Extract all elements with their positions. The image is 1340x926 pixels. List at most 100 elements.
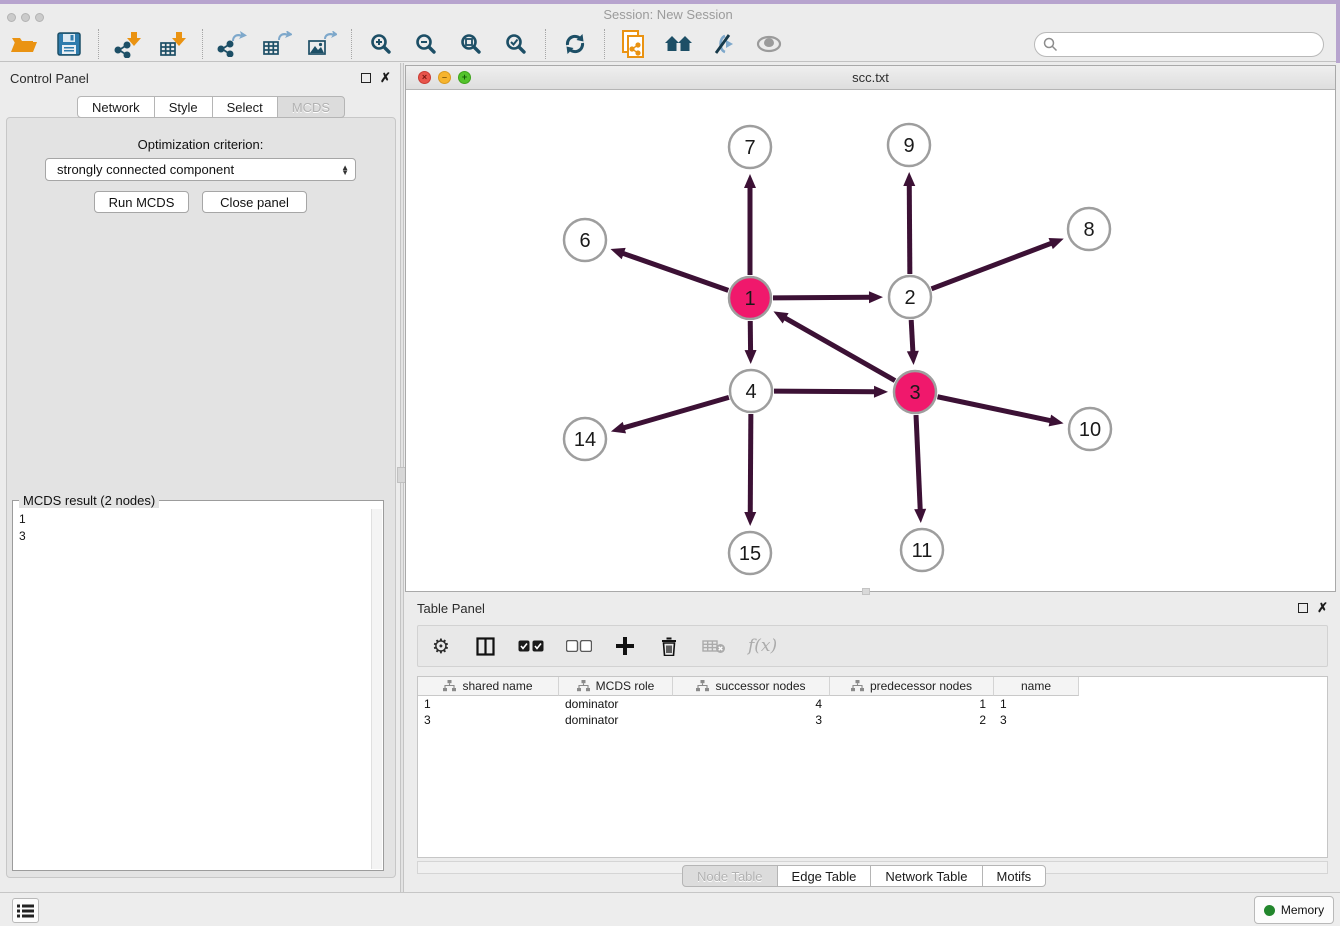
graph-edge-1-4[interactable] xyxy=(745,321,757,364)
node-table[interactable]: shared nameMCDS rolesuccessor nodesprede… xyxy=(417,676,1328,858)
tab-mcds[interactable]: MCDS xyxy=(277,96,345,118)
tree-icon xyxy=(851,680,864,692)
refresh-layout-icon[interactable] xyxy=(559,29,591,59)
mcds-result-text[interactable]: 1 3 xyxy=(14,509,371,869)
tab-node-table[interactable]: Node Table xyxy=(682,865,778,887)
zoom-out-icon[interactable] xyxy=(410,29,442,59)
save-icon[interactable] xyxy=(53,29,85,59)
open-folder-icon[interactable] xyxy=(8,29,40,59)
zoom-selected-icon[interactable] xyxy=(500,29,532,59)
graph-edge-1-6[interactable] xyxy=(610,248,728,290)
graph-edge-2-3[interactable] xyxy=(907,320,919,365)
graph-edge-2-9[interactable] xyxy=(903,172,915,274)
graph-node-11[interactable]: 11 xyxy=(901,529,943,571)
tab-edge-table[interactable]: Edge Table xyxy=(777,865,872,887)
tab-network[interactable]: Network xyxy=(77,96,155,118)
import-table-icon[interactable] xyxy=(157,29,189,59)
graphics-details-icon[interactable] xyxy=(708,29,740,59)
column-header-successor-nodes[interactable]: successor nodes xyxy=(673,677,830,696)
column-header-MCDS-role[interactable]: MCDS role xyxy=(559,677,673,696)
column-header-predecessor-nodes[interactable]: predecessor nodes xyxy=(830,677,994,696)
criterion-dropdown[interactable]: strongly connected component ▲▼ xyxy=(45,158,356,181)
graph-node-10[interactable]: 10 xyxy=(1069,408,1111,450)
table-row[interactable]: 1dominator411 xyxy=(418,696,1327,712)
mcds-result-title: MCDS result (2 nodes) xyxy=(19,493,159,508)
list-icon xyxy=(17,904,34,918)
graph-edge-4-15[interactable] xyxy=(744,414,756,526)
zoom-in-icon[interactable] xyxy=(365,29,397,59)
column-header-shared-name[interactable]: shared name xyxy=(418,677,559,696)
task-history-button[interactable] xyxy=(12,898,39,923)
graph-node-6[interactable]: 6 xyxy=(564,219,606,261)
table-panel-float-icon[interactable] xyxy=(1298,603,1308,613)
clear-selection-icon[interactable] xyxy=(566,634,592,658)
column-header-name[interactable]: name xyxy=(994,677,1079,696)
tab-select[interactable]: Select xyxy=(212,96,278,118)
tab-style[interactable]: Style xyxy=(154,96,213,118)
cell-mcds_role: dominator xyxy=(559,696,673,712)
desktop-edge xyxy=(1336,4,1340,63)
criterion-dropdown-value: strongly connected component xyxy=(57,162,234,177)
svg-text:2: 2 xyxy=(904,287,915,309)
function-builder-icon[interactable]: f(x) xyxy=(748,634,777,658)
import-network-icon[interactable] xyxy=(112,29,144,59)
export-table-icon[interactable] xyxy=(261,29,293,59)
graph-node-2[interactable]: 2 xyxy=(889,276,931,318)
eye-icon[interactable] xyxy=(753,29,785,59)
graph-edge-2-8[interactable] xyxy=(932,238,1064,289)
panel-splitter[interactable] xyxy=(400,63,404,892)
graph-node-8[interactable]: 8 xyxy=(1068,208,1110,250)
home-icon[interactable] xyxy=(663,29,695,59)
graph-node-9[interactable]: 9 xyxy=(888,124,930,166)
graph-node-4[interactable]: 4 xyxy=(730,370,772,412)
window-titlebar: Session: New Session xyxy=(0,4,1336,27)
result-scrollbar[interactable] xyxy=(371,509,382,869)
zoom-fit-icon[interactable] xyxy=(455,29,487,59)
gear-icon[interactable]: ⚙ xyxy=(430,634,452,658)
graph-edge-3-1[interactable] xyxy=(773,311,895,380)
graph-edge-3-10[interactable] xyxy=(938,397,1064,427)
table-row[interactable]: 3dominator323 xyxy=(418,712,1327,728)
graph-edge-4-3[interactable] xyxy=(774,386,888,398)
graph-edge-1-7[interactable] xyxy=(744,174,756,275)
cell-mcds_role: dominator xyxy=(559,712,673,728)
export-network-icon[interactable] xyxy=(216,29,248,59)
mcds-result-group: MCDS result (2 nodes) 1 3 xyxy=(12,500,384,871)
network-window-title: scc.txt xyxy=(406,70,1335,85)
columns-icon[interactable] xyxy=(474,634,496,658)
search-input[interactable] xyxy=(1058,34,1323,54)
network-window-titlebar[interactable]: × – + scc.txt xyxy=(406,66,1335,90)
delete-table-icon[interactable] xyxy=(702,634,726,658)
memory-button[interactable]: Memory xyxy=(1254,896,1334,924)
tab-network-table[interactable]: Network Table xyxy=(870,865,982,887)
table-tabs: Node TableEdge TableNetwork TableMotifs xyxy=(682,865,1046,887)
close-panel-button[interactable]: Close panel xyxy=(202,191,307,213)
run-mcds-button[interactable]: Run MCDS xyxy=(94,191,189,213)
export-image-icon[interactable] xyxy=(306,29,338,59)
network-graph[interactable]: 7 9 6 8 1 2 4 3 14 10 15 11 xyxy=(406,90,1335,591)
duplicate-network-icon[interactable] xyxy=(618,29,650,59)
svg-text:11: 11 xyxy=(912,540,933,562)
graph-edge-4-14[interactable] xyxy=(611,397,729,433)
graph-node-7[interactable]: 7 xyxy=(729,126,771,168)
table-panel-close-icon[interactable]: ✗ xyxy=(1317,603,1328,613)
delete-row-icon[interactable] xyxy=(658,634,680,658)
select-all-icon[interactable] xyxy=(518,634,544,658)
tab-motifs[interactable]: Motifs xyxy=(982,865,1047,887)
graph-node-14[interactable]: 14 xyxy=(564,418,606,460)
control-panel-close-icon[interactable]: ✗ xyxy=(380,73,391,83)
control-panel-float-icon[interactable] xyxy=(361,73,371,83)
toolbar-separator xyxy=(604,29,605,59)
graph-edge-3-11[interactable] xyxy=(914,415,926,523)
network-canvas[interactable]: 7 9 6 8 1 2 4 3 14 10 15 11 xyxy=(406,90,1335,591)
svg-text:6: 6 xyxy=(579,230,590,252)
graph-node-1[interactable]: 1 xyxy=(729,277,771,319)
network-view-window: × – + scc.txt 7 9 6 8 1 2 4 3 14 10 15 11 xyxy=(405,65,1336,592)
graph-node-3[interactable]: 3 xyxy=(894,371,936,413)
graph-node-15[interactable]: 15 xyxy=(729,532,771,574)
search-field[interactable] xyxy=(1034,32,1324,57)
horizontal-splitter-grip[interactable] xyxy=(862,588,870,595)
graph-edge-1-2[interactable] xyxy=(773,291,883,303)
table-panel: Table Panel ✗ ⚙ f(x) shared nameMCDS rol… xyxy=(405,595,1336,889)
add-row-icon[interactable] xyxy=(614,634,636,658)
